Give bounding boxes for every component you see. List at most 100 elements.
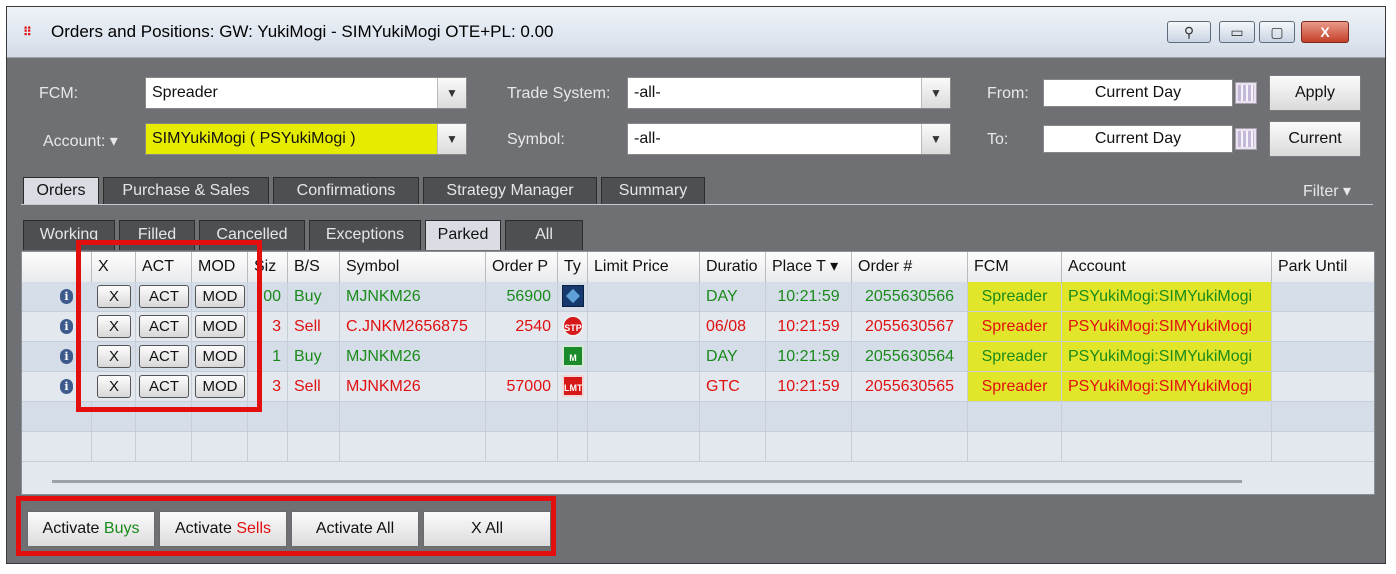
from-date-field[interactable]: Current Day	[1043, 79, 1233, 107]
tab-orders[interactable]: Orders	[23, 177, 99, 205]
symbol-value: -all-	[634, 130, 661, 147]
col-symbol[interactable]: Symbol	[340, 252, 486, 282]
order-number-cell: 2055630565	[852, 372, 968, 401]
table-row[interactable]: i X ACT MOD 00 Buy MJNKM26 56900 DAY 10:…	[22, 282, 1374, 312]
col-fcm[interactable]: FCM	[968, 252, 1062, 282]
from-label: From:	[987, 85, 1029, 102]
x-cell: X	[92, 372, 136, 401]
tab-purchase-sales[interactable]: Purchase & Sales	[103, 177, 269, 205]
tab-confirmations[interactable]: Confirmations	[273, 177, 419, 205]
tab-all[interactable]: All	[505, 220, 583, 250]
x-cell: X	[92, 282, 136, 311]
info-icon[interactable]: i	[60, 379, 73, 394]
grid-header: X ACT MOD Siz B/S Symbol Order P Ty Limi…	[22, 252, 1374, 283]
link-icon[interactable]: ⚲	[1167, 21, 1211, 43]
col-place-time[interactable]: Place T ▾	[766, 252, 852, 282]
act-cell: ACT	[136, 372, 192, 401]
col-park-until[interactable]: Park Until	[1272, 252, 1374, 282]
cancel-order-button[interactable]: X	[97, 375, 131, 398]
col-x[interactable]: X	[92, 252, 136, 282]
col-mod[interactable]: MOD	[192, 252, 248, 282]
account-select[interactable]: SIMYukiMogi ( PSYukiMogi ) ▼	[145, 123, 467, 155]
calendar-icon[interactable]	[1235, 82, 1257, 104]
tab-summary[interactable]: Summary	[601, 177, 705, 205]
fcm-select[interactable]: Spreader ▼	[145, 77, 467, 109]
current-button[interactable]: Current	[1269, 121, 1361, 157]
account-value: SIMYukiMogi ( PSYukiMogi )	[152, 130, 356, 147]
fcm-cell: Spreader	[968, 342, 1062, 371]
cancel-all-button[interactable]: X All	[423, 511, 551, 547]
trade-system-select[interactable]: -all- ▼	[627, 77, 951, 109]
info-icon[interactable]: i	[60, 349, 73, 364]
park-until-cell	[1272, 372, 1374, 401]
col-order-price[interactable]: Order P	[486, 252, 558, 282]
maximize-button[interactable]: ▢	[1259, 21, 1295, 43]
duration-cell: DAY	[700, 342, 766, 371]
fcm-value: Spreader	[152, 84, 218, 101]
tab-cancelled[interactable]: Cancelled	[199, 220, 305, 250]
market-icon: M	[562, 345, 584, 367]
col-account[interactable]: Account	[1062, 252, 1272, 282]
window-title: Orders and Positions: GW: YukiMogi - SIM…	[51, 22, 554, 41]
account-label[interactable]: Account: ▾	[43, 131, 118, 151]
activate-sells-prefix: Activate	[174, 520, 237, 537]
col-type[interactable]: Ty	[558, 252, 588, 282]
activate-order-button[interactable]: ACT	[139, 345, 189, 368]
activate-order-button[interactable]: ACT	[139, 285, 189, 308]
modify-order-button[interactable]: MOD	[195, 315, 245, 338]
table-row[interactable]: i X ACT MOD 3 Sell C.JNKM2656875 2540 ST…	[22, 312, 1374, 342]
tab-working[interactable]: Working	[23, 220, 115, 250]
act-cell: ACT	[136, 282, 192, 311]
calendar-icon[interactable]	[1235, 128, 1257, 150]
to-date-field[interactable]: Current Day	[1043, 125, 1233, 153]
fcm-cell: Spreader	[968, 282, 1062, 311]
activate-sells-word: Sells	[236, 520, 272, 537]
activate-buys-button[interactable]: Activate Buys	[27, 511, 155, 547]
symbol-cell: MJNKM26	[340, 342, 486, 371]
scroll-track[interactable]	[52, 480, 1242, 483]
cancel-order-button[interactable]: X	[97, 345, 131, 368]
activate-order-button[interactable]: ACT	[139, 315, 189, 338]
col-size[interactable]: Siz	[248, 252, 288, 282]
horizontal-scrollbar[interactable]	[22, 470, 1374, 494]
cancel-order-button[interactable]: X	[97, 285, 131, 308]
chevron-down-icon[interactable]: ▼	[921, 78, 950, 108]
tab-parked[interactable]: Parked	[425, 220, 501, 250]
info-icon[interactable]: i	[60, 319, 73, 334]
order-number-cell: 2055630564	[852, 342, 968, 371]
col-buy-sell[interactable]: B/S	[288, 252, 340, 282]
table-row[interactable]: i X ACT MOD 1 Buy MJNKM26 M DAY 10:21:59…	[22, 342, 1374, 372]
modify-order-button[interactable]: MOD	[195, 345, 245, 368]
info-icon[interactable]: i	[60, 289, 73, 304]
act-cell: ACT	[136, 342, 192, 371]
tab-filled[interactable]: Filled	[119, 220, 195, 250]
apply-button[interactable]: Apply	[1269, 75, 1361, 111]
stop-icon: STP	[562, 315, 584, 337]
chevron-down-icon[interactable]: ▼	[437, 124, 466, 154]
activate-all-button[interactable]: Activate All	[291, 511, 419, 547]
table-row[interactable]: i X ACT MOD 3 Sell MJNKM26 57000 LMT GTC…	[22, 372, 1374, 402]
tab-strategy-manager[interactable]: Strategy Manager	[423, 177, 597, 205]
order-price-cell: 57000	[486, 372, 558, 401]
col-limit-price[interactable]: Limit Price	[588, 252, 700, 282]
modify-order-button[interactable]: MOD	[195, 285, 245, 308]
col-act[interactable]: ACT	[136, 252, 192, 282]
tab-exceptions[interactable]: Exceptions	[309, 220, 421, 250]
filter-menu[interactable]: Filter ▾	[1303, 181, 1351, 201]
col-duration[interactable]: Duratio	[700, 252, 766, 282]
type-cell: M	[558, 342, 588, 371]
symbol-cell: C.JNKM2656875	[340, 312, 486, 341]
activate-order-button[interactable]: ACT	[139, 375, 189, 398]
chevron-down-icon[interactable]: ▼	[437, 78, 466, 108]
chevron-down-icon[interactable]: ▼	[921, 124, 950, 154]
close-button[interactable]: X	[1301, 21, 1349, 43]
order-number-cell: 2055630566	[852, 282, 968, 311]
modify-order-button[interactable]: MOD	[195, 375, 245, 398]
minimize-button[interactable]: ▭	[1219, 21, 1255, 43]
activate-buys-prefix: Activate	[42, 520, 104, 537]
activate-sells-button[interactable]: Activate Sells	[159, 511, 287, 547]
cancel-order-button[interactable]: X	[97, 315, 131, 338]
col-info	[22, 252, 92, 282]
col-order-number[interactable]: Order #	[852, 252, 968, 282]
symbol-select[interactable]: -all- ▼	[627, 123, 951, 155]
